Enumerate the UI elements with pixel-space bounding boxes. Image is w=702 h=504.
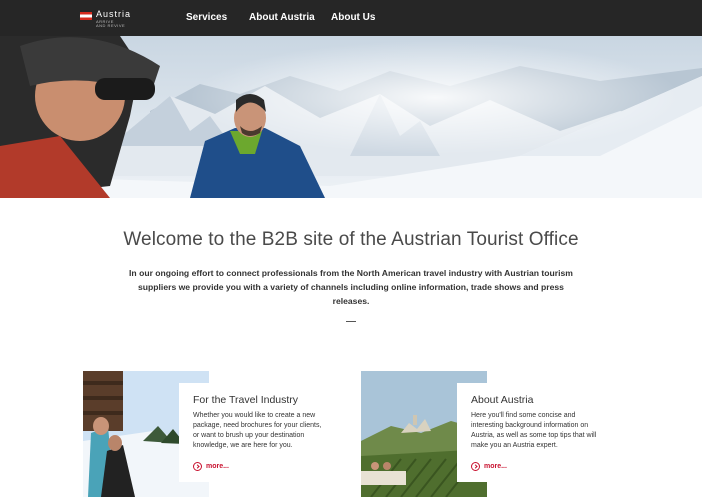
card-text: Here you'll find some concise and intere…	[471, 412, 597, 449]
travel-industry-card: For the Travel Industry Whether you woul…	[179, 383, 331, 482]
card-title: About Austria	[471, 394, 534, 406]
logo-name: Austria	[96, 9, 132, 19]
top-navigation-bar: Austria ARRIVE AND REVIVE Services About…	[0, 0, 702, 36]
section-divider	[346, 321, 356, 322]
arrow-circle-icon	[193, 462, 202, 471]
card-title: For the Travel Industry	[193, 394, 299, 406]
welcome-title: Welcome to the B2B site of the Austrian …	[123, 229, 579, 250]
travel-industry-more-link[interactable]: more...	[193, 462, 229, 472]
logo-tagline: ARRIVE AND REVIVE	[96, 19, 126, 28]
welcome-text: In our ongoing effort to connect profess…	[129, 268, 573, 306]
arrow-circle-icon	[471, 462, 480, 471]
hero-banner-image	[0, 36, 702, 198]
nav-about-austria[interactable]: About Austria	[249, 12, 315, 23]
nav-about-us[interactable]: About Us	[331, 12, 375, 23]
austria-flag-icon	[80, 12, 92, 20]
about-austria-more-link[interactable]: more...	[471, 462, 507, 472]
austria-logo[interactable]: Austria ARRIVE AND REVIVE	[80, 9, 150, 28]
nav-services[interactable]: Services	[186, 12, 227, 23]
card-text: Whether you would like to create a new p…	[193, 412, 322, 449]
skiers-mountain-illustration	[0, 36, 702, 198]
about-austria-card: About Austria Here you'll find some conc…	[457, 383, 609, 482]
